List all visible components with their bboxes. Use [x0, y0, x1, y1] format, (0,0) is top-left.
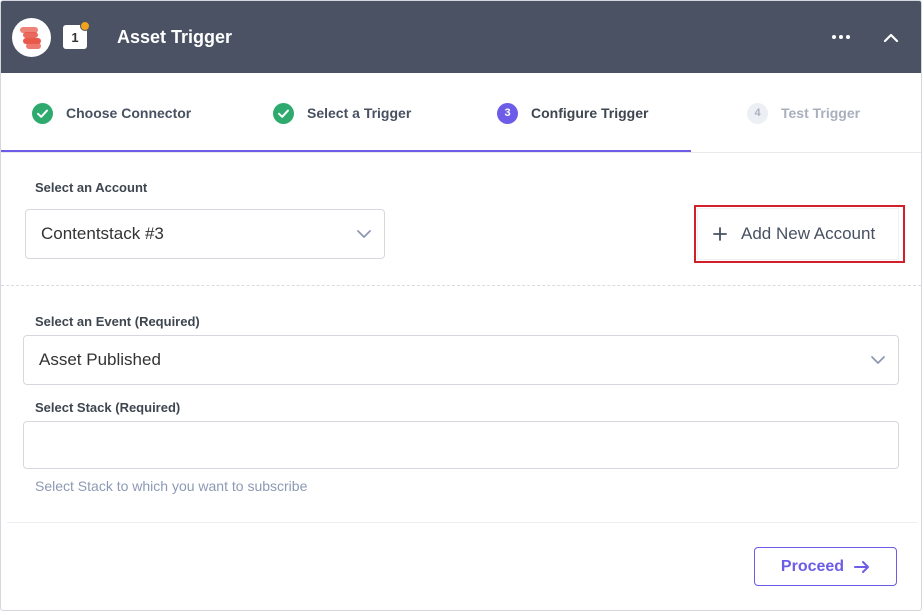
arrow-right-icon [854, 560, 870, 573]
check-circle-icon [273, 102, 294, 124]
chevron-up-icon[interactable] [877, 25, 905, 49]
step-test-trigger[interactable]: 4 Test Trigger [747, 73, 860, 153]
event-required: (Required) [134, 314, 200, 329]
step-configure-trigger[interactable]: 3 Configure Trigger [497, 73, 648, 153]
notification-dot [80, 21, 90, 31]
account-label: Select an Account [35, 180, 148, 195]
step-number: 3 [497, 102, 518, 124]
step-select-trigger[interactable]: Select a Trigger [273, 73, 411, 153]
step-number: 4 [747, 102, 768, 124]
more-horizontal-icon[interactable] [827, 25, 855, 49]
section-divider [1, 285, 921, 286]
footer-divider [7, 522, 917, 523]
add-new-account-label: Add New Account [741, 224, 876, 243]
event-label: Select an Event (Required) [35, 314, 200, 329]
proceed-label: Proceed [780, 557, 845, 575]
stack-help-text: Select Stack to which you want to subscr… [35, 478, 308, 494]
plus-icon [713, 227, 727, 241]
chevron-down-icon [357, 230, 371, 238]
event-selected-value: Asset Published [39, 350, 161, 369]
chevron-down-icon [871, 356, 885, 364]
check-circle-icon [32, 102, 53, 124]
step-label: Choose Connector [66, 105, 192, 121]
account-select[interactable]: Contentstack #3 [25, 209, 385, 259]
stack-label-text: Select Stack [35, 400, 112, 415]
stack-input[interactable] [23, 421, 899, 469]
stepper: Choose Connector Select a Trigger 3 Conf… [1, 73, 921, 153]
stack-required: (Required) [115, 400, 181, 415]
account-selected-value: Contentstack #3 [41, 224, 164, 243]
step-choose-connector[interactable]: Choose Connector [32, 73, 191, 153]
add-new-account-button[interactable]: Add New Account [698, 209, 898, 259]
step-label: Test Trigger [781, 105, 861, 121]
panel-title: Asset Trigger [117, 27, 233, 47]
step-label: Configure Trigger [531, 105, 649, 121]
proceed-button[interactable]: Proceed [754, 547, 897, 586]
active-step-indicator [1, 150, 691, 152]
step-label: Select a Trigger [307, 105, 412, 121]
event-label-text: Select an Event [35, 314, 132, 329]
event-select[interactable]: Asset Published [23, 335, 899, 385]
contentstack-logo [12, 18, 51, 57]
stack-label: Select Stack (Required) [35, 400, 180, 415]
trigger-panel: 1 Asset Trigger Choose Connector Select … [0, 0, 922, 611]
panel-header: 1 Asset Trigger [1, 1, 921, 73]
